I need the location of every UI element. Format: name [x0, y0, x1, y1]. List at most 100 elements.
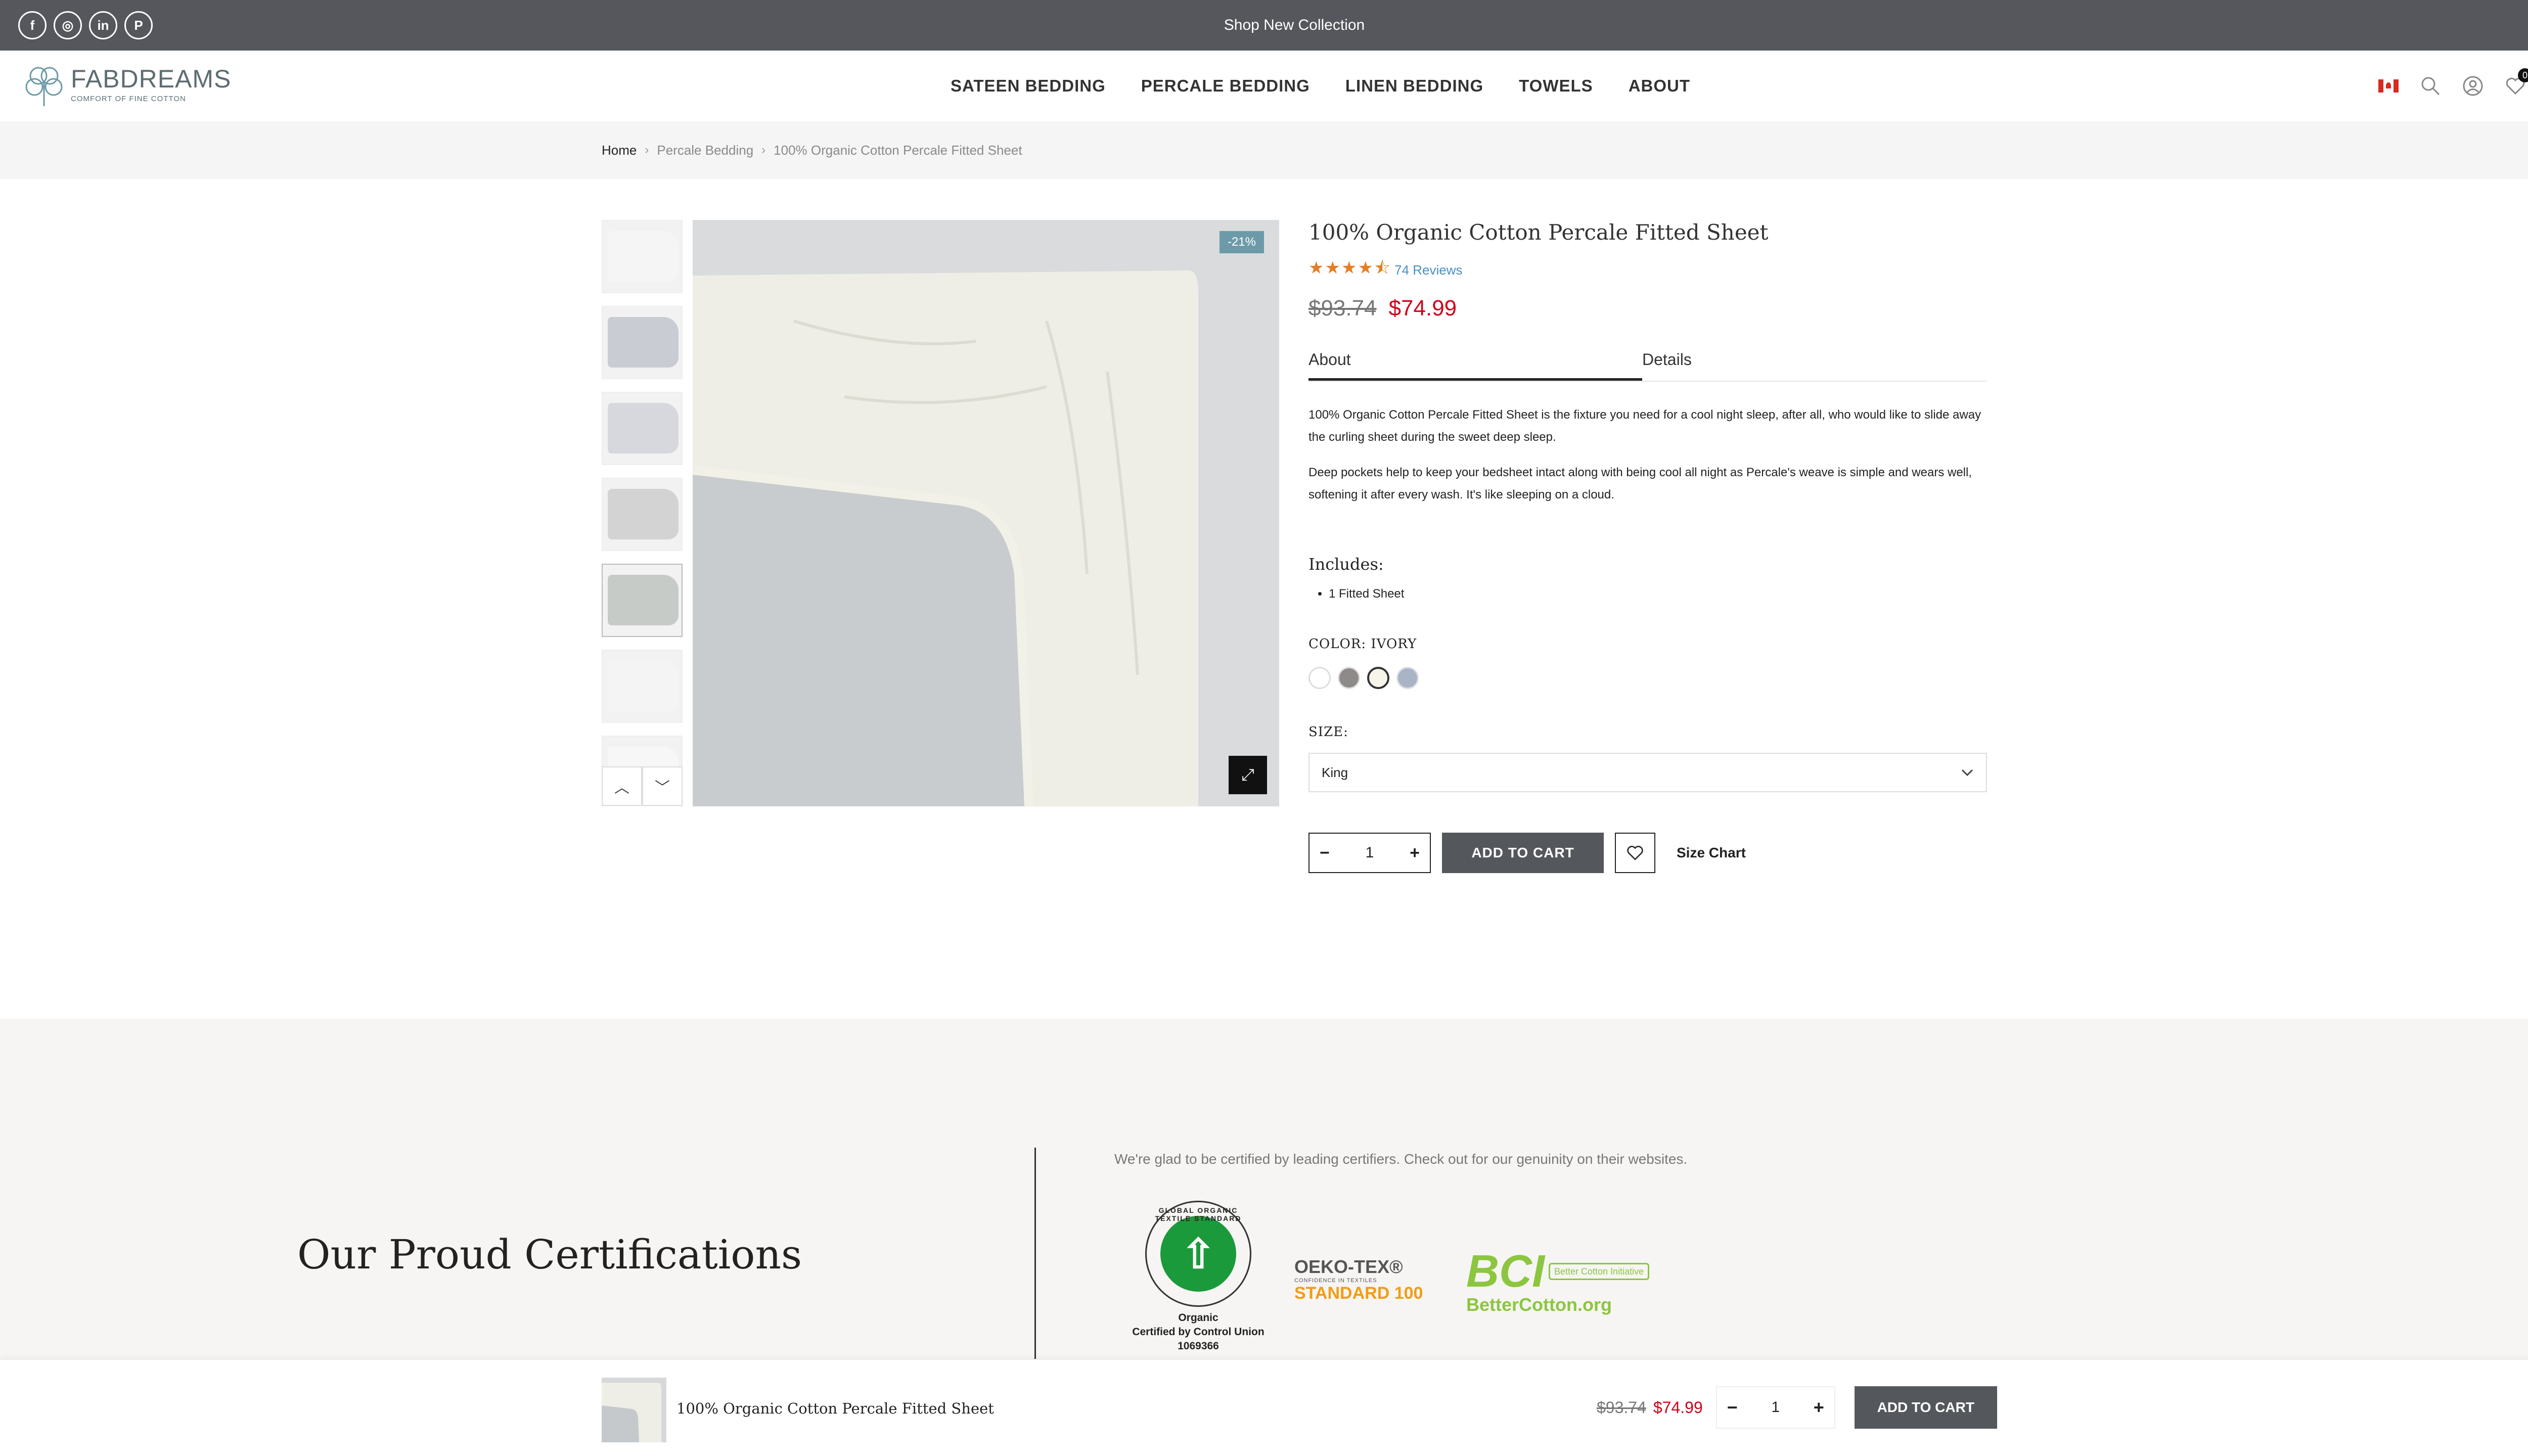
account-icon[interactable] [2462, 75, 2484, 97]
wishlist-button[interactable]: 0 [2505, 68, 2528, 97]
sticky-purchase: $93.74 $74.99 − 1 + ADD TO CART [1597, 1386, 1997, 1429]
site-header: FABDREAMS COMFORT OF FINE COTTON SATEEN … [0, 51, 2528, 121]
thumbnail-image [608, 317, 679, 368]
add-to-wishlist-button[interactable] [1615, 833, 1655, 873]
sticky-quantity-increase-button[interactable]: + [1814, 1397, 1824, 1418]
add-to-cart-button[interactable]: ADD TO CART [1442, 833, 1604, 873]
breadcrumb-separator: › [645, 143, 649, 157]
thumbnail-image [608, 575, 679, 625]
wishlist-count-badge: 0 [2518, 68, 2528, 82]
gots-logo[interactable]: GLOBAL ORGANIC TEXTILE STANDARD ⇧ Organi… [1127, 1201, 1269, 1353]
color-swatch[interactable] [1338, 667, 1360, 689]
search-icon[interactable] [2420, 75, 2441, 97]
color-label: COLOR: IVORY [1308, 636, 1417, 652]
thumbnail-down-button[interactable]: ﹀ [642, 766, 683, 806]
color-swatch[interactable] [1367, 667, 1389, 689]
sticky-quantity-stepper: − 1 + [1716, 1386, 1835, 1429]
quantity-decrease-button[interactable]: − [1320, 843, 1330, 863]
includes-heading: Includes: [1308, 555, 1384, 574]
breadcrumb-separator: › [761, 143, 766, 157]
tshirt-icon: ⇧ [1160, 1216, 1236, 1292]
product-title: 100% Organic Cotton Percale Fitted Sheet [1308, 220, 1769, 245]
expand-icon[interactable]: ⤢ [1229, 756, 1267, 794]
product-description: 100% Organic Cotton Percale Fitted Sheet… [1308, 404, 1987, 506]
reviews-link[interactable]: 74 Reviews [1394, 262, 1462, 278]
main-product-image[interactable]: -21% ⤢ [693, 220, 1279, 806]
product-tabs: About Details [1308, 346, 1987, 382]
product-thumbnail[interactable] [602, 478, 683, 551]
fitted-sheet-image [693, 220, 1279, 806]
rating-stars: ★★★★⯪ [1308, 258, 1392, 278]
size-chart-link[interactable]: Size Chart [1677, 845, 1746, 861]
breadcrumb-home[interactable]: Home [602, 143, 637, 158]
description-paragraph: 100% Organic Cotton Percale Fitted Sheet… [1308, 408, 1981, 444]
sticky-sale-price: $74.99 [1653, 1398, 1703, 1417]
heart-icon [1627, 846, 1643, 860]
announcement-bar: f ◎ in P Shop New Collection [0, 0, 2528, 51]
sticky-add-to-cart-bar: 100% Organic Cotton Percale Fitted Sheet… [0, 1359, 2528, 1456]
nav-percale-bedding[interactable]: PERCALE BEDDING [1141, 76, 1310, 96]
product-thumbnail[interactable] [602, 650, 683, 723]
nav-linen-bedding[interactable]: LINEN BEDDING [1345, 76, 1483, 96]
certifications-text: We're glad to be certified by leading ce… [1114, 1151, 1688, 1167]
breadcrumb-category[interactable]: Percale Bedding [657, 143, 753, 158]
color-swatch[interactable] [1308, 667, 1331, 689]
thumbnail-nav: ︿ ﹀ [602, 766, 683, 806]
product-thumbnail[interactable] [602, 392, 683, 465]
nav-towels[interactable]: TOWELS [1519, 76, 1593, 96]
oeko-tex-standard: STANDARD 100 [1294, 1284, 1423, 1303]
gots-caption: Organic Certified by Control Union 10693… [1132, 1312, 1265, 1352]
tab-details[interactable]: Details [1642, 346, 1976, 381]
sticky-quantity-input[interactable]: 1 [1771, 1399, 1780, 1416]
announcement-link[interactable]: Shop New Collection [0, 0, 2528, 51]
sticky-product-thumbnail [602, 1378, 666, 1442]
nav-about[interactable]: ABOUT [1629, 76, 1690, 96]
header-icons: 0 0 [2378, 51, 2528, 121]
gots-ring-text: GLOBAL ORGANIC TEXTILE STANDARD [1155, 1206, 1242, 1222]
thumbnail-image [608, 661, 679, 711]
size-label: SIZE: [1308, 724, 1348, 740]
product-thumbnail[interactable] [602, 306, 683, 379]
quantity-input[interactable]: 1 [1366, 844, 1374, 861]
product-thumbnail[interactable] [602, 220, 683, 293]
divider [1034, 1148, 1036, 1370]
size-selected-value: King [1322, 764, 1348, 780]
bci-url: BetterCotton.org [1466, 1294, 1612, 1315]
nav-sateen-bedding[interactable]: SATEEN BEDDING [951, 76, 1106, 96]
product-rating: ★★★★⯪ 74 Reviews [1308, 256, 1987, 285]
size-select[interactable]: King [1308, 753, 1987, 792]
brand-tagline: COMFORT OF FINE COTTON [71, 94, 186, 103]
sticky-product-name: 100% Organic Cotton Percale Fitted Sheet [676, 1400, 994, 1417]
quantity-increase-button[interactable]: + [1410, 843, 1420, 863]
color-swatch[interactable] [1396, 667, 1419, 689]
color-swatches [1308, 667, 1987, 689]
logo[interactable]: FABDREAMS COMFORT OF FINE COTTON [24, 62, 231, 107]
tab-about[interactable]: About [1308, 346, 1642, 381]
product-prices: $93.74 $74.99 [1308, 296, 1987, 321]
purchase-row: − 1 + ADD TO CART Size Chart [1308, 833, 1987, 873]
breadcrumb-current: 100% Organic Cotton Percale Fitted Sheet [774, 142, 1022, 158]
oeko-tex-wordmark: OEKO-TEX® [1294, 1256, 1403, 1277]
oeko-tex-slogan: CONFIDENCE IN TEXTILES [1294, 1278, 1377, 1284]
gots-seal: GLOBAL ORGANIC TEXTILE STANDARD ⇧ [1145, 1201, 1251, 1307]
sticky-compare-price: $93.74 [1597, 1398, 1646, 1417]
bci-box: Better Cotton Initiative [1549, 1263, 1650, 1280]
cotton-leaf-icon [25, 67, 63, 106]
quantity-stepper: − 1 + [1308, 833, 1431, 873]
product-info: 100% Organic Cotton Percale Fitted Sheet… [1308, 220, 1987, 873]
sticky-quantity-decrease-button[interactable]: − [1727, 1397, 1738, 1418]
certifications-heading: Our Proud Certifications [297, 1231, 802, 1278]
bci-logo[interactable]: BCI Better Cotton Initiative BetterCotto… [1466, 1249, 1650, 1315]
description-paragraph: Deep pockets help to keep your bedsheet … [1308, 466, 1972, 502]
thumbnail-up-button[interactable]: ︿ [602, 766, 642, 806]
canada-flag-icon[interactable] [2378, 79, 2399, 93]
thumbnail-image [608, 231, 679, 282]
oeko-tex-logo[interactable]: OEKO-TEX® CONFIDENCE IN TEXTILES STANDAR… [1294, 1256, 1423, 1303]
compare-price: $93.74 [1308, 296, 1377, 321]
includes-list: 1 Fitted Sheet [1308, 587, 1987, 601]
sticky-add-to-cart-button[interactable]: ADD TO CART [1854, 1386, 1997, 1429]
brand-name: FABDREAMS [71, 64, 232, 93]
product-thumbnail[interactable] [602, 564, 683, 637]
thumbnail-image [608, 489, 679, 539]
breadcrumb-bar: Home › Percale Bedding › 100% Organic Co… [0, 121, 2528, 179]
